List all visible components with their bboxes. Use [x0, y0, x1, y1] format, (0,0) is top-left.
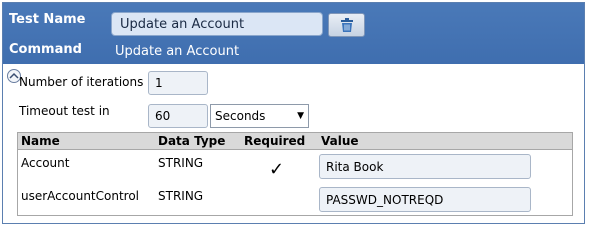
table-header: Name Data Type Required Value [18, 133, 572, 150]
iterations-label: Number of iterations [19, 75, 144, 89]
command-label: Command [9, 42, 82, 57]
timeout-input[interactable]: 60 [148, 104, 208, 128]
column-header-value: Value [321, 134, 359, 148]
param-value-input[interactable]: Rita Book [319, 154, 531, 179]
test-name-label: Test Name [9, 12, 86, 27]
parameters-table: Name Data Type Required Value Account ST… [17, 132, 573, 216]
test-panel: Test Name Update an Account Command Upda… [2, 2, 585, 224]
chevron-down-icon: ▼ [297, 111, 304, 121]
column-header-required: Required [244, 134, 306, 148]
required-check-icon: ✓ [269, 159, 285, 179]
param-name: Account [21, 156, 70, 170]
column-header-name: Name [21, 134, 60, 148]
timeout-label: Timeout test in [19, 104, 110, 118]
param-type: STRING [158, 156, 204, 170]
test-name-input[interactable]: Update an Account [111, 12, 323, 36]
iterations-input[interactable]: 1 [148, 71, 208, 95]
param-type: STRING [158, 189, 204, 203]
param-value-input[interactable]: PASSWD_NOTREQD [319, 187, 531, 212]
param-name: userAccountControl [21, 189, 140, 203]
timeout-unit-select[interactable]: Seconds ▼ [210, 104, 309, 128]
trash-icon [340, 18, 353, 32]
timeout-unit-value: Seconds [215, 109, 266, 123]
command-value: Update an Account [115, 44, 240, 59]
delete-test-button[interactable] [328, 13, 365, 37]
column-header-data-type: Data Type [158, 134, 226, 148]
test-header: Test Name Update an Account Command Upda… [3, 3, 584, 64]
